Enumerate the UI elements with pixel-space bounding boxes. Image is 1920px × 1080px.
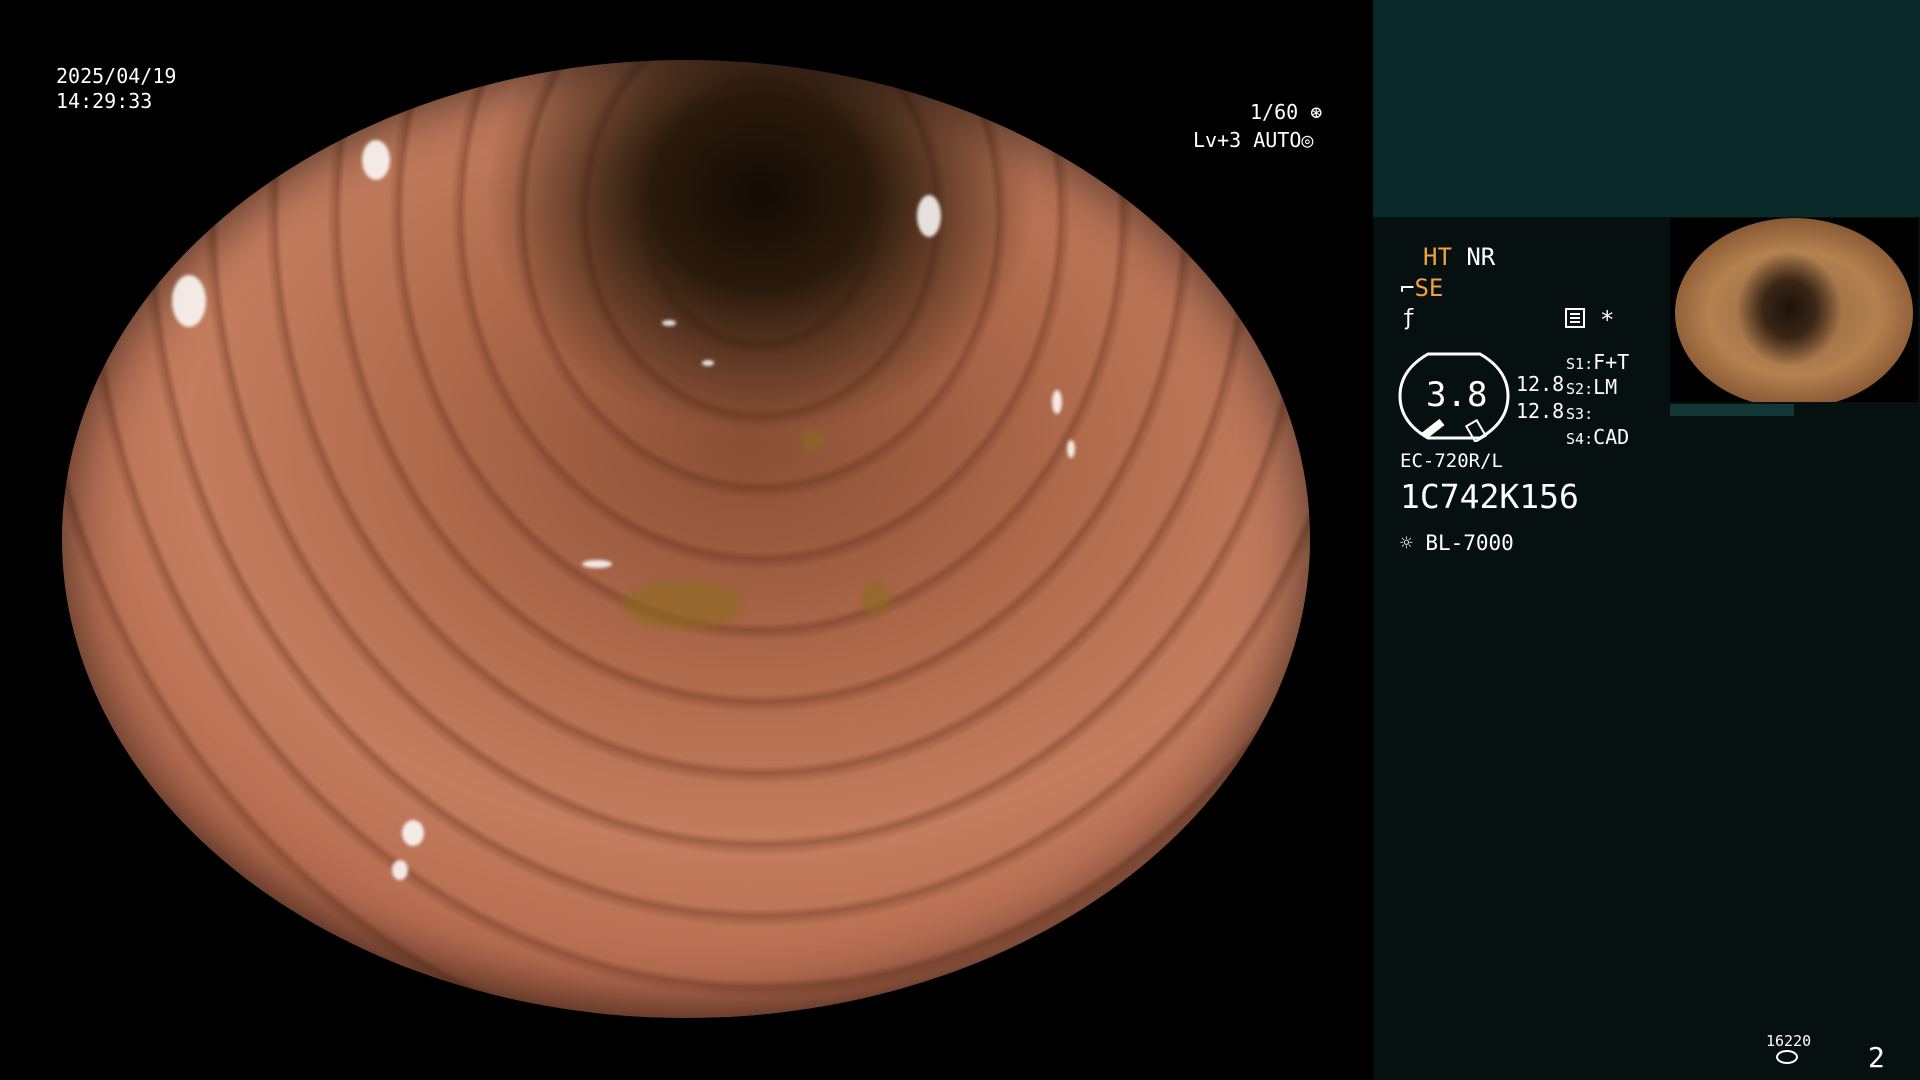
- zoom-gauge: 3.8: [1398, 350, 1510, 444]
- value-bottom: 12.8: [1516, 399, 1565, 423]
- thumbnail-caption-bar: [1670, 404, 1794, 416]
- aperture-icon: ⊛: [1310, 100, 1323, 124]
- disk-icon: [1776, 1050, 1798, 1064]
- scope-serial: 1C742K156: [1400, 477, 1579, 516]
- sun-icon: ☼: [1400, 531, 1413, 555]
- panel-header-band: [1373, 0, 1920, 217]
- switch-row: S2:LM: [1566, 375, 1618, 399]
- shutter-readout: 1/60 ⊛: [1250, 100, 1322, 124]
- switch-row: S4:CAD: [1566, 425, 1630, 449]
- switch-row: S1:F+T: [1566, 350, 1630, 374]
- iris-readout: Lv+3 AUTO◎: [1193, 128, 1313, 152]
- thumbnail-preview[interactable]: [1670, 218, 1918, 402]
- nr-mode-label: NR: [1466, 243, 1496, 271]
- thumbnail-image: [1675, 218, 1913, 402]
- storage-counter: 16220: [1766, 1032, 1812, 1050]
- scope-model: EC-720R/L: [1400, 450, 1503, 472]
- light-source-row: ☼ BL-7000: [1400, 533, 1514, 554]
- exam-date: 2025/04/19: [56, 64, 177, 88]
- iris-icon: ◎: [1301, 128, 1314, 152]
- asterisk-marker: *: [1600, 306, 1615, 334]
- colon-lumen-image: [62, 60, 1310, 1018]
- se-mode-label: SE: [1414, 274, 1444, 302]
- exam-time: 14:29:33: [56, 89, 153, 113]
- light-source-model: BL-7000: [1425, 531, 1514, 555]
- page-number: 2: [1868, 1041, 1885, 1074]
- endoscope-live-view: 2025/04/19 14:29:33 1/60 ⊛ Lv+3 AUTO◎: [0, 0, 1373, 1080]
- ht-mode-label: HT: [1423, 243, 1452, 271]
- value-top: 12.8: [1516, 372, 1565, 396]
- freeze-icon: ƒ: [1402, 306, 1416, 331]
- switch-list: S1:F+T S2:LM S3: S4:CAD: [1566, 352, 1629, 452]
- shutter-speed: 1/60: [1250, 100, 1299, 124]
- settings-list-icon: [1565, 308, 1585, 328]
- iris-mode: AUTO: [1253, 128, 1302, 152]
- gauge-value: 3.8: [1426, 375, 1488, 415]
- scope-tip-icon: ⌐: [1400, 274, 1415, 302]
- se-row: ⌐SE: [1400, 276, 1443, 300]
- image-mode-row: HT NR: [1423, 245, 1495, 269]
- switch-row: S3:: [1566, 405, 1594, 423]
- brightness-level: Lv+3: [1193, 128, 1242, 152]
